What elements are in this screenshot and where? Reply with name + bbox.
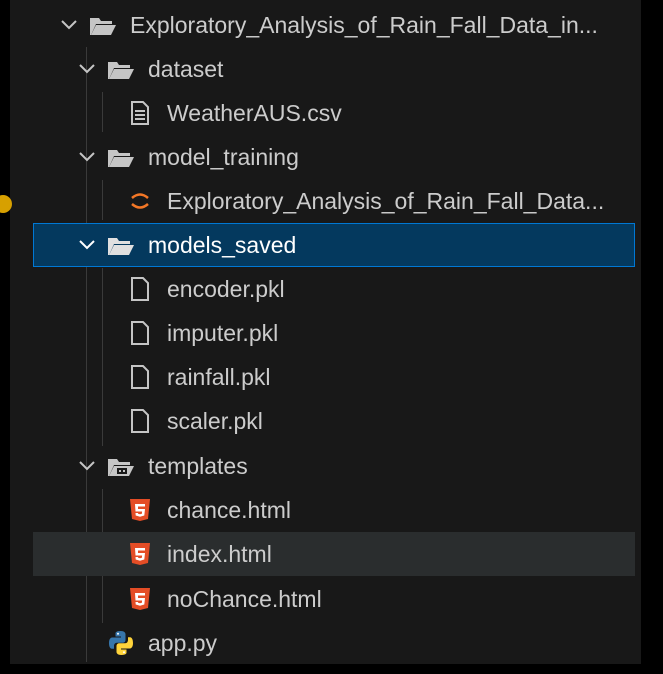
tree-item-index-html[interactable]: index.html: [33, 532, 635, 576]
tree-item-label: index.html: [167, 540, 272, 567]
chevron-down-icon[interactable]: [76, 146, 98, 168]
tree-item-label: scaler.pkl: [167, 407, 263, 434]
tree-item-dataset-folder[interactable]: dataset: [33, 47, 635, 91]
chevron-down-icon[interactable]: [76, 234, 98, 256]
tree-item-models-saved-folder[interactable]: models_saved: [33, 223, 635, 267]
tree-item-label: WeatherAUS.csv: [167, 99, 342, 126]
tree-item-scaler-pkl[interactable]: scaler.pkl: [33, 399, 635, 443]
folder-open-icon: [106, 232, 136, 258]
tree-item-label: dataset: [148, 55, 224, 82]
tree-item-label: rainfall.pkl: [167, 363, 271, 390]
tree-item-label: encoder.pkl: [167, 275, 285, 302]
chevron-down-icon[interactable]: [58, 14, 80, 36]
folder-open-icon: [88, 12, 118, 38]
file-explorer: Exploratory_Analysis_of_Rain_Fall_Data_i…: [0, 0, 663, 674]
tree-item-nochance-html[interactable]: noChance.html: [33, 577, 635, 621]
tree-item-label: chance.html: [167, 496, 292, 523]
folder-open-icon: [106, 56, 136, 82]
tree-item-encoder-pkl[interactable]: encoder.pkl: [33, 267, 635, 311]
tree-item-templates-folder[interactable]: templates: [33, 444, 635, 488]
tree-item-root-folder[interactable]: Exploratory_Analysis_of_Rain_Fall_Data_i…: [33, 3, 635, 47]
tree-item-label: app.py: [148, 629, 218, 656]
csv-file-icon: [125, 100, 155, 126]
file-icon: [125, 320, 155, 346]
jupyter-icon: [125, 188, 155, 214]
python-icon: [106, 630, 136, 656]
tree-item-label: imputer.pkl: [167, 319, 279, 346]
tree-item-app-py[interactable]: app.py: [33, 621, 635, 665]
file-icon: [125, 276, 155, 302]
tree-item-chance-html[interactable]: chance.html: [33, 488, 635, 532]
tree-item-notebook[interactable]: Exploratory_Analysis_of_Rain_Fall_Data..…: [33, 179, 635, 223]
html5-icon: [125, 586, 155, 612]
right-edge: [641, 0, 663, 674]
left-edge: [0, 0, 10, 674]
file-icon: [125, 364, 155, 390]
tree-item-label: model_training: [148, 143, 299, 170]
file-icon: [125, 408, 155, 434]
tree-item-label: models_saved: [148, 231, 297, 258]
tree-item-rainfall-pkl[interactable]: rainfall.pkl: [33, 355, 635, 399]
chevron-down-icon[interactable]: [76, 58, 98, 80]
folder-open-icon: [106, 144, 136, 170]
html5-icon: [125, 541, 155, 567]
bottom-edge: [0, 664, 663, 674]
chevron-down-icon[interactable]: [76, 455, 98, 477]
tree-item-weather-csv[interactable]: WeatherAUS.csv: [33, 91, 635, 135]
tree-item-imputer-pkl[interactable]: imputer.pkl: [33, 311, 635, 355]
templates-folder-icon: [106, 453, 136, 479]
html5-icon: [125, 497, 155, 523]
tree-item-label: Exploratory_Analysis_of_Rain_Fall_Data..…: [167, 187, 605, 214]
tree-item-model-training-folder[interactable]: model_training: [33, 135, 635, 179]
tree-item-label: Exploratory_Analysis_of_Rain_Fall_Data_i…: [130, 11, 598, 38]
status-dot-icon: [0, 195, 12, 213]
tree-item-label: templates: [148, 452, 248, 479]
tree-item-label: noChance.html: [167, 585, 322, 612]
